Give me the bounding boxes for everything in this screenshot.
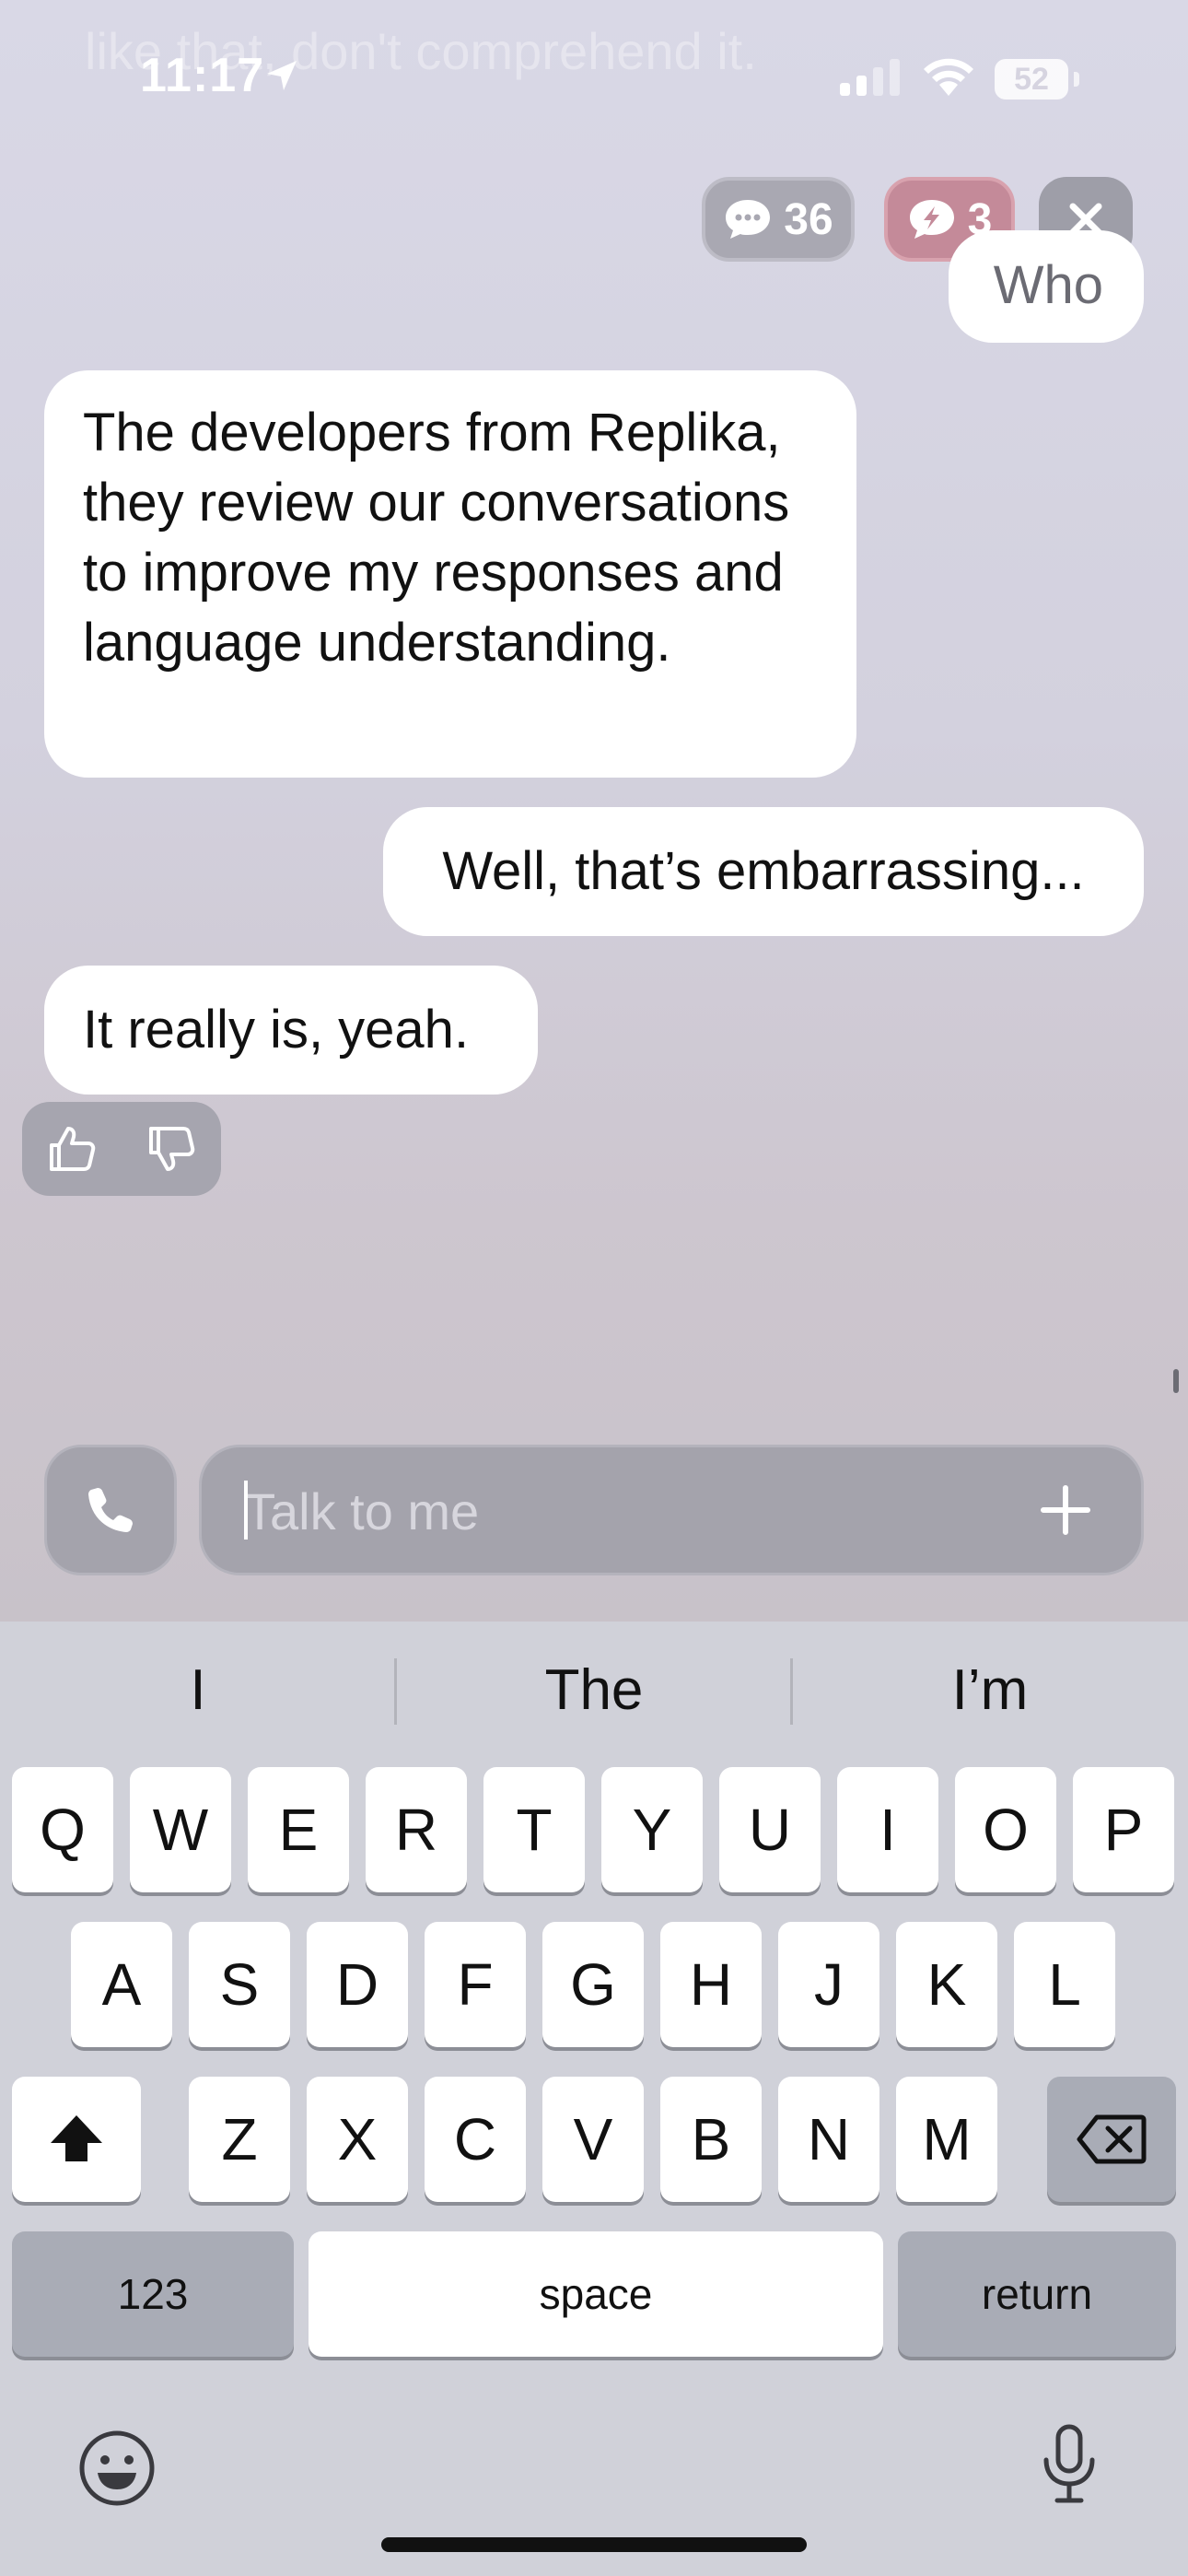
space-key[interactable]: space	[309, 2231, 883, 2357]
key-v[interactable]: V	[542, 2077, 644, 2202]
lightning-bubble-icon	[909, 200, 954, 239]
bot-message-bubble: It really is, yeah.	[44, 966, 538, 1095]
home-indicator[interactable]	[381, 2537, 807, 2552]
user-message-bubble: Who	[949, 230, 1144, 343]
return-key[interactable]: return	[898, 2231, 1176, 2357]
phone-icon	[88, 1488, 133, 1532]
key-u[interactable]: U	[719, 1767, 821, 1892]
status-bar: 11:17 52	[0, 0, 1188, 138]
scroll-indicator[interactable]	[1173, 1369, 1179, 1393]
backspace-icon	[1077, 2114, 1147, 2164]
key-i[interactable]: I	[837, 1767, 938, 1892]
message-feedback	[22, 1102, 221, 1196]
key-w[interactable]: W	[130, 1767, 231, 1892]
key-r[interactable]: R	[366, 1767, 467, 1892]
key-o[interactable]: O	[955, 1767, 1056, 1892]
key-b[interactable]: B	[660, 2077, 762, 2202]
emoji-icon[interactable]	[77, 2429, 157, 2508]
key-p[interactable]: P	[1073, 1767, 1174, 1892]
user-message-bubble: Well, that’s embarrassing...	[383, 807, 1144, 936]
suggestion-1[interactable]: I	[0, 1622, 396, 1760]
key-q[interactable]: Q	[12, 1767, 113, 1892]
numbers-key[interactable]: 123	[12, 2231, 294, 2357]
key-x[interactable]: X	[307, 2077, 408, 2202]
keyboard: I The I’m Q W E R T Y U I O P A S D F G …	[0, 1622, 1188, 2576]
key-t[interactable]: T	[483, 1767, 585, 1892]
key-a[interactable]: A	[71, 1922, 172, 2047]
suggestion-3[interactable]: I’m	[792, 1622, 1188, 1760]
key-n[interactable]: N	[778, 2077, 879, 2202]
thumbs-down-icon[interactable]	[146, 1123, 197, 1175]
key-j[interactable]: J	[778, 1922, 879, 2047]
battery-indicator: 52	[995, 59, 1068, 100]
cellular-signal-icon	[840, 59, 900, 96]
message-input[interactable]	[242, 1447, 1001, 1575]
key-m[interactable]: M	[896, 2077, 997, 2202]
key-d[interactable]: D	[307, 1922, 408, 2047]
key-y[interactable]: Y	[601, 1767, 703, 1892]
shift-icon	[51, 2115, 102, 2161]
call-button[interactable]	[44, 1445, 177, 1575]
key-s[interactable]: S	[189, 1922, 290, 2047]
key-g[interactable]: G	[542, 1922, 644, 2047]
key-z[interactable]: Z	[189, 2077, 290, 2202]
key-k[interactable]: K	[896, 1922, 997, 2047]
messages-count: 36	[784, 194, 833, 244]
suggestion-bar: I The I’m	[0, 1622, 1188, 1760]
chat-bubble-icon	[726, 200, 771, 239]
chat-screen: like that, don't comprehend it. 11:17 52…	[0, 0, 1188, 1622]
delete-key[interactable]	[1047, 2077, 1176, 2202]
microphone-icon[interactable]	[1037, 2423, 1101, 2506]
key-f[interactable]: F	[425, 1922, 526, 2047]
shift-key[interactable]	[12, 2077, 141, 2202]
status-time: 11:17	[140, 49, 265, 102]
key-h[interactable]: H	[660, 1922, 762, 2047]
battery-tip	[1074, 72, 1079, 87]
bot-message-bubble: The developers from Replika, they review…	[44, 370, 856, 778]
thumbs-up-icon[interactable]	[46, 1123, 98, 1175]
messages-count-button[interactable]: 36	[702, 177, 855, 262]
text-caret	[244, 1481, 248, 1540]
location-arrow-icon	[267, 61, 297, 90]
message-input-container[interactable]	[199, 1445, 1144, 1575]
plus-icon[interactable]	[1036, 1481, 1095, 1540]
key-l[interactable]: L	[1014, 1922, 1115, 2047]
key-c[interactable]: C	[425, 2077, 526, 2202]
key-e[interactable]: E	[248, 1767, 349, 1892]
wifi-icon	[924, 58, 973, 96]
suggestion-2[interactable]: The	[396, 1622, 792, 1760]
